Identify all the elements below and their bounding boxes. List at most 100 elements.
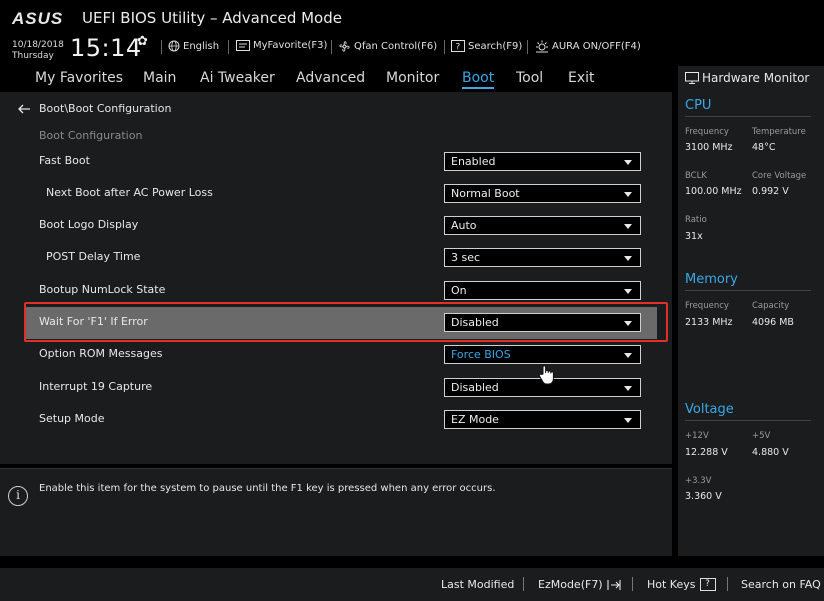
bclk-label: BCLK: [685, 171, 707, 181]
weekday-display: Thursday: [12, 51, 54, 61]
aura-icon: [536, 40, 548, 53]
setting-label: Setup Mode: [39, 412, 105, 425]
cpu-frequency-value: 3100 MHz: [685, 142, 733, 153]
setting-row-fast-boot[interactable]: Fast Boot Enabled: [24, 146, 657, 178]
tab-exit[interactable]: Exit: [568, 70, 595, 86]
last-modified-label: Last Modified: [441, 578, 515, 591]
clock-display[interactable]: 15:14: [70, 34, 142, 62]
v5-value: 4.880 V: [752, 447, 789, 458]
myfavorite-button[interactable]: MyFavorite(F3): [236, 40, 327, 51]
hot-keys-label: Hot Keys: [647, 578, 696, 591]
fast-boot-dropdown[interactable]: Enabled: [444, 152, 641, 171]
v5-label: +5V: [752, 431, 771, 441]
favorite-icon: [236, 40, 250, 51]
core-voltage-value: 0.992 V: [752, 186, 789, 197]
fan-icon: [339, 41, 350, 52]
breadcrumb[interactable]: Boot\Boot Configuration: [18, 102, 171, 115]
v12-value: 12.288 V: [685, 447, 728, 458]
search-faq-label: Search on FAQ: [741, 578, 821, 591]
tab-main[interactable]: Main: [143, 70, 176, 86]
help-key-icon: ?: [699, 578, 716, 591]
dropdown-caret-icon: [624, 256, 632, 261]
toolbar-divider: [228, 40, 229, 54]
setting-label: Interrupt 19 Capture: [39, 380, 153, 393]
setting-row-next-boot-ac[interactable]: Next Boot after AC Power Loss Normal Boo…: [24, 178, 657, 210]
option-rom-dropdown[interactable]: Force BIOS: [444, 345, 641, 364]
toolbar-divider: [161, 40, 162, 54]
footer-divider: [523, 577, 524, 591]
setting-row-setup-mode[interactable]: Setup Mode EZ Mode: [24, 404, 657, 436]
svg-text:?: ?: [456, 43, 461, 53]
dropdown-caret-icon: [624, 289, 632, 294]
date-display: 10/18/2018: [12, 40, 64, 50]
dropdown-caret-icon: [624, 160, 632, 165]
cpu-divider: [685, 116, 811, 117]
bclk-value: 100.00 MHz: [685, 186, 742, 197]
dropdown-value: Normal Boot: [451, 187, 520, 200]
cpu-heading: CPU: [685, 98, 712, 113]
tab-monitor[interactable]: Monitor: [386, 70, 439, 86]
ratio-value: 31x: [685, 231, 703, 242]
ratio-label: Ratio: [685, 215, 707, 225]
language-label: English: [183, 40, 220, 52]
search-button[interactable]: ? Search(F9): [451, 40, 522, 52]
monitor-icon: [685, 72, 699, 84]
post-delay-dropdown[interactable]: 3 sec: [444, 248, 641, 267]
tab-ai-tweaker[interactable]: Ai Tweaker: [200, 70, 275, 86]
voltage-heading: Voltage: [685, 402, 734, 417]
breadcrumb-path: Boot\Boot Configuration: [39, 102, 172, 115]
toolbar-divider: [527, 40, 528, 54]
numlock-dropdown[interactable]: On: [444, 281, 641, 300]
setting-row-post-delay[interactable]: POST Delay Time 3 sec: [24, 242, 657, 274]
next-boot-ac-dropdown[interactable]: Normal Boot: [444, 184, 641, 203]
dropdown-value: On: [451, 284, 467, 297]
app-title: UEFI BIOS Utility – Advanced Mode: [82, 9, 342, 27]
qfan-control-label: Qfan Control(F6): [354, 41, 438, 52]
aura-toggle-button[interactable]: AURA ON/OFF(F4): [535, 40, 641, 53]
dropdown-value: Force BIOS: [451, 348, 511, 361]
setting-label: Bootup NumLock State: [39, 283, 166, 296]
language-button[interactable]: English: [168, 40, 219, 52]
qfan-control-button[interactable]: Qfan Control(F6): [338, 40, 437, 53]
last-modified-button[interactable]: Last Modified: [441, 578, 514, 591]
tab-boot[interactable]: Boot: [462, 70, 495, 89]
toolbar-divider: [331, 40, 332, 54]
dropdown-caret-icon: [624, 353, 632, 358]
cpu-temperature-label: Temperature: [752, 127, 806, 137]
voltage-divider: [685, 420, 811, 421]
exit-arrow-icon: [607, 579, 621, 590]
asus-logo: ASUS: [12, 9, 62, 27]
info-icon: i: [8, 486, 28, 506]
tab-advanced[interactable]: Advanced: [296, 70, 365, 86]
memory-divider: [685, 290, 811, 291]
dropdown-value: EZ Mode: [451, 413, 499, 426]
hot-keys-button[interactable]: Hot Keys ?: [647, 578, 716, 591]
boot-logo-dropdown[interactable]: Auto: [444, 216, 641, 235]
setting-row-boot-logo[interactable]: Boot Logo Display Auto: [24, 210, 657, 242]
setting-label: POST Delay Time: [46, 250, 141, 263]
myfavorite-label: MyFavorite(F3): [253, 40, 328, 51]
setting-label: Option ROM Messages: [39, 347, 163, 360]
setting-row-option-rom[interactable]: Option ROM Messages Force BIOS: [24, 339, 657, 371]
tab-tool[interactable]: Tool: [516, 70, 543, 86]
tab-my-favorites[interactable]: My Favorites: [35, 70, 123, 86]
setup-mode-dropdown[interactable]: EZ Mode: [444, 410, 641, 429]
memory-frequency-value: 2133 MHz: [685, 317, 733, 328]
footer-divider: [632, 577, 633, 591]
ezmode-button[interactable]: EzMode(F7): [538, 578, 621, 591]
clock-settings-icon[interactable]: ✿: [137, 34, 148, 49]
setting-label: Fast Boot: [39, 154, 90, 167]
footer-divider: [727, 577, 728, 591]
help-description: Enable this item for the system to pause…: [39, 483, 496, 494]
back-arrow-icon[interactable]: [18, 104, 31, 114]
v33-value: 3.360 V: [685, 491, 722, 502]
hardware-monitor-panel: Hardware Monitor CPU Frequency Temperatu…: [678, 66, 824, 556]
v33-label: +3.3V: [685, 476, 712, 486]
dropdown-caret-icon: [624, 418, 632, 423]
search-faq-button[interactable]: Search on FAQ: [741, 578, 821, 591]
ezmode-label: EzMode(F7): [538, 578, 603, 591]
dropdown-caret-icon: [624, 192, 632, 197]
setting-row-interrupt19[interactable]: Interrupt 19 Capture Disabled: [24, 372, 657, 404]
search-icon: ?: [451, 40, 465, 52]
memory-frequency-label: Frequency: [685, 301, 729, 311]
